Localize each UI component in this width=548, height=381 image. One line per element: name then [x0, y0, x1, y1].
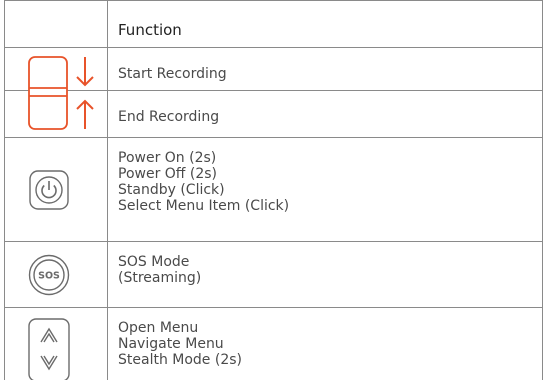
- arrow-up-icon: [76, 99, 94, 129]
- function-header: Function: [118, 21, 182, 39]
- streaming-label: (Streaming): [118, 270, 202, 286]
- power-off-label: Power Off (2s): [118, 166, 218, 182]
- end-recording-label: End Recording: [118, 109, 220, 125]
- navigate-menu-label: Navigate Menu: [118, 336, 224, 352]
- power-row: Power On (2s) Power Off (2s) Standby (Cl…: [5, 138, 542, 242]
- select-menu-item-label: Select Menu Item (Click): [118, 198, 290, 214]
- svg-text:SOS: SOS: [38, 271, 60, 282]
- power-functions: Power On (2s) Power Off (2s) Standby (Cl…: [118, 150, 289, 214]
- menu-row: Open Menu Navigate Menu Stealth Mode (2s…: [5, 308, 542, 381]
- start-recording-label: Start Recording: [118, 66, 227, 82]
- stealth-mode-label: Stealth Mode (2s): [118, 352, 242, 368]
- header-row: Function: [5, 1, 542, 48]
- standby-label: Standby (Click): [118, 182, 225, 198]
- record-slider-icon: [25, 55, 101, 133]
- menu-functions: Open Menu Navigate Menu Stealth Mode (2s…: [118, 320, 242, 368]
- open-menu-label: Open Menu: [118, 320, 199, 336]
- sos-button-icon: SOS: [28, 254, 70, 296]
- sos-row: SOS SOS Mode (Streaming): [5, 242, 542, 308]
- sos-mode-label: SOS Mode: [118, 254, 190, 270]
- sos-functions: SOS Mode (Streaming): [118, 254, 201, 286]
- function-table: Function Start Recording End Recording P…: [4, 0, 543, 380]
- power-button-icon: [29, 170, 69, 210]
- up-down-button-icon: [28, 318, 70, 380]
- power-on-label: Power On (2s): [118, 150, 217, 166]
- arrow-down-icon: [76, 57, 94, 87]
